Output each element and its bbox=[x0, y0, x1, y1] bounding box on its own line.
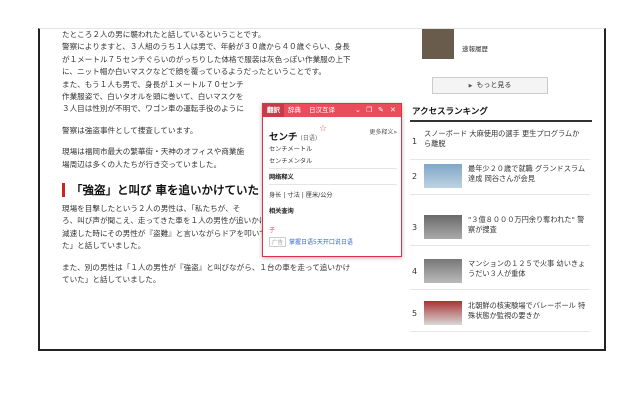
ranking-text[interactable]: マンションの１２５で火事 幼いきょうだい３人が重体 bbox=[468, 259, 588, 279]
ranking-item[interactable]: 5 北朝鮮の核実験場でバレーボール 特殊状態か監視の要きか bbox=[410, 297, 590, 332]
ranking-item[interactable]: 3 "３億８０００万円余り奪われた" 警察が捜査 bbox=[410, 211, 590, 246]
ranking-item[interactable]: 1 スノーボード 大麻使用の選手 更生プログラムから離脱 bbox=[410, 125, 590, 160]
tab-language[interactable]: 日汉互译 bbox=[305, 104, 339, 117]
chevron-down-icon[interactable]: ⌄ bbox=[355, 104, 361, 117]
ranking-number: 4 bbox=[412, 267, 418, 276]
meaning-line: 身长 | 寸法 | 厘米/公分 bbox=[269, 192, 333, 199]
ranking-number: 1 bbox=[412, 137, 418, 146]
ranking-item[interactable]: 4 マンションの１２５で火事 幼いきょうだい３人が重体 bbox=[410, 255, 590, 290]
ranking-number: 3 bbox=[412, 223, 418, 232]
entry-line: センチメートル bbox=[269, 146, 313, 153]
web-meaning-heading: 网络释义 bbox=[269, 174, 294, 181]
copy-icon[interactable]: ❐ bbox=[366, 104, 372, 117]
ranking-number: 5 bbox=[412, 309, 418, 318]
star-icon[interactable]: ☆ bbox=[319, 124, 327, 134]
ranking-text[interactable]: "３億８０００万円余り奪われた" 警察が捜査 bbox=[468, 215, 588, 235]
divider bbox=[269, 168, 397, 169]
article-line: また、もう１人も男で、身長が１メートル７０センチ bbox=[62, 79, 244, 89]
article-line: ていた」と話していました。 bbox=[62, 275, 161, 285]
ad-link[interactable]: 掌握日语5天开口说日语 bbox=[289, 239, 353, 246]
ranking-thumbnail[interactable] bbox=[424, 301, 462, 325]
ranking-number: 2 bbox=[412, 172, 418, 181]
ad-badge: 广告 bbox=[269, 237, 287, 247]
article-line: たところ２人の男に襲われたと話しているということです。 bbox=[62, 30, 266, 39]
tab-translate[interactable]: 翻訳 bbox=[263, 104, 284, 117]
more-button-label: もっと見る bbox=[476, 81, 512, 89]
divider bbox=[269, 184, 397, 185]
tab-dictionary[interactable]: 辞典 bbox=[284, 104, 305, 117]
related-hint[interactable]: 子 bbox=[269, 225, 275, 234]
close-icon[interactable]: ✕ bbox=[390, 104, 396, 117]
ranking-thumbnail[interactable] bbox=[424, 164, 462, 188]
popup-footer: 广告 掌握日语5天开口说日语 bbox=[269, 237, 353, 247]
headword-reading: (日语) bbox=[300, 135, 318, 142]
ranking-text[interactable]: 北朝鮮の核実験場でバレーボール 特殊状態か監視の要きか bbox=[468, 301, 588, 321]
ranking-item[interactable]: 2 最年少２０歳で就職 グランドスラム達成 岡谷さんが会見 bbox=[410, 160, 590, 195]
article-line: が１メートル７５センチぐらいのがっちりした体格で服装は灰色っぽい作業服の上下 bbox=[62, 54, 351, 64]
article-line: 作業服姿で、白いタオルを頭に巻いて、白いマスクを bbox=[62, 92, 244, 102]
related-heading: 相关查询 bbox=[269, 208, 294, 215]
article-line: また、別の男性は「１人の男性が『強盗』と叫びながら、１台の車を走って追いかけ bbox=[62, 262, 351, 272]
triangle-right-icon: ▶ bbox=[468, 83, 473, 89]
article-line: に、ニット帽か白いマスクなどで顔を覆っているようだったということです。 bbox=[62, 67, 327, 77]
dictionary-popup: 翻訳 辞典 日汉互译 ⌄ ❐ ✎ ✕ センチ (日语) ☆ 更多释义» センチメー… bbox=[262, 103, 402, 257]
headword: センチ bbox=[269, 132, 298, 143]
headword-row: センチ (日语) ☆ 更多释义» bbox=[269, 124, 397, 143]
entry-line: センチメンタル bbox=[269, 158, 313, 165]
more-detail-link[interactable]: 更多释义» bbox=[369, 127, 397, 136]
news-thumbnail[interactable] bbox=[422, 29, 454, 59]
more-button[interactable]: ▶ もっと見る bbox=[432, 77, 548, 94]
ranking-text[interactable]: 最年少２０歳で就職 グランドスラム達成 岡谷さんが会見 bbox=[468, 164, 588, 184]
news-caption[interactable]: 速報履歴 bbox=[462, 43, 488, 53]
article-line: 警察によりますと、３人組のうち１人は男で、年齢が３０歳から４０歳ぐらい、身長 bbox=[62, 42, 350, 52]
ranking-title: アクセスランキング bbox=[410, 105, 592, 122]
ranking-thumbnail[interactable] bbox=[424, 215, 462, 239]
ranking-text[interactable]: スノーボード 大麻使用の選手 更生プログラムから離脱 bbox=[424, 129, 584, 149]
popup-toolbar: 翻訳 辞典 日汉互译 ⌄ ❐ ✎ ✕ bbox=[263, 104, 401, 117]
ranking-thumbnail[interactable] bbox=[424, 259, 462, 283]
pin-icon[interactable]: ✎ bbox=[378, 104, 384, 117]
